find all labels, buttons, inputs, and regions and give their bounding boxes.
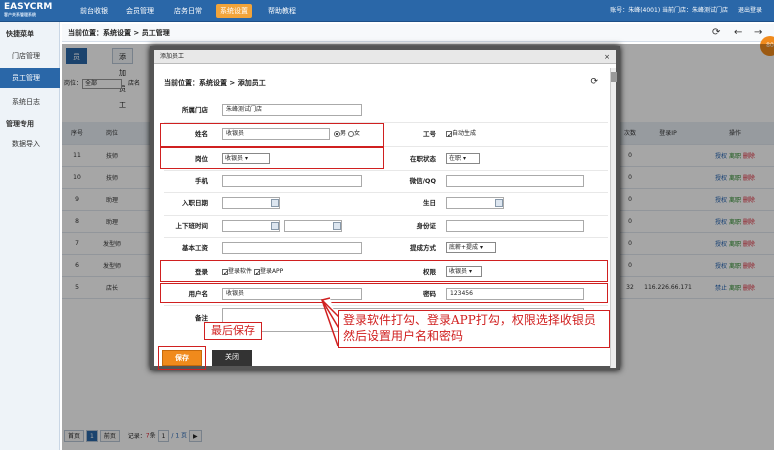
nav-help-tutorial[interactable]: 帮助教程 <box>264 4 300 18</box>
auto-generate-checkbox[interactable] <box>446 129 453 141</box>
scrollbar-thumb[interactable] <box>611 72 617 82</box>
logo-main-text: EASYCRM <box>4 2 53 12</box>
breadcrumb: 当前位置：系统设置 > 员工管理 <box>68 29 170 37</box>
dialog-close-icon[interactable]: × <box>604 50 610 64</box>
store-label: 所属门店 <box>182 106 208 114</box>
sidebar-item-system-log[interactable]: 系统日志 <box>0 92 60 112</box>
sidebar: 快捷菜单 门店管理 员工管理 系统日志 管理专用 数据导入 <box>0 22 60 450</box>
status-select-value: 在职 <box>449 155 462 162</box>
wechat-label: 微信/QQ <box>409 177 436 185</box>
back-arrow-icon[interactable]: ← <box>734 27 742 39</box>
chevron-down-icon: ▾ <box>479 244 483 251</box>
auto-generate-label: 自动生成 <box>452 130 477 137</box>
nav-system-settings[interactable]: 系统设置 <box>216 4 252 18</box>
birthday-label: 生日 <box>423 199 436 207</box>
dialog-scrollbar[interactable] <box>610 68 617 368</box>
annotation-save-note: 最后保存 <box>204 322 262 340</box>
phone-label: 手机 <box>195 177 208 185</box>
account-text: 账号：朱峰(4001) 当前门店：朱峰测试门店 <box>610 7 729 14</box>
nav-store-daily[interactable]: 店务日常 <box>170 4 206 18</box>
nav-member-management[interactable]: 会员管理 <box>122 4 158 18</box>
close-button[interactable]: 关闭 <box>212 350 252 366</box>
clock-icon[interactable] <box>271 222 279 230</box>
sidebar-heading-admin: 管理专用 <box>6 120 34 128</box>
logo-sub-text: 客户关系管理系统 <box>4 12 36 17</box>
entry-date-label: 入职日期 <box>182 199 208 207</box>
auto-generate-option: 自动生成 <box>446 128 477 141</box>
nav-front-cashier[interactable]: 前台收银 <box>76 4 112 18</box>
dialog-title: 添加员工 <box>160 53 185 60</box>
highlight-position-row <box>160 147 384 169</box>
logo: EASYCRM 客户关系管理系统 <box>4 3 62 19</box>
sidebar-item-data-import[interactable]: 数据导入 <box>0 134 60 154</box>
forward-arrow-icon[interactable]: → <box>754 27 762 39</box>
highlight-account-row <box>160 283 608 303</box>
salary-label: 基本工资 <box>182 244 208 252</box>
wechat-field[interactable] <box>446 175 584 187</box>
annotation-instructions: 登录软件打勾、登录APP打勾，权限选择收银员 然后设置用户名和密码 <box>338 310 610 348</box>
logout-link[interactable]: 退出登录 <box>738 7 762 14</box>
dialog-title-bar: 添加员工 × <box>154 50 616 64</box>
sidebar-heading-shortcuts: 快捷菜单 <box>6 30 34 38</box>
calendar-icon[interactable] <box>495 199 503 207</box>
account-info: 账号：朱峰(4001) 当前门店：朱峰测试门店 退出登录 <box>610 5 762 14</box>
dialog-breadcrumb: 当前位置：系统设置 > 添加员工 <box>164 79 266 87</box>
row-divider <box>164 215 608 216</box>
highlight-login-row <box>160 260 608 282</box>
annotation-line-1: 登录软件打勾、登录APP打勾，权限选择收银员 <box>343 313 596 327</box>
clock-icon[interactable] <box>333 222 341 230</box>
store-field[interactable]: 朱峰测试门店 <box>222 104 362 116</box>
dialog-refresh-icon[interactable]: ⟳ <box>590 77 598 87</box>
sidebar-item-store-management[interactable]: 门店管理 <box>0 46 60 66</box>
row-divider <box>164 192 608 193</box>
calendar-icon[interactable] <box>271 199 279 207</box>
annotation-line-2: 然后设置用户名和密码 <box>343 329 464 343</box>
status-label: 在职状态 <box>410 155 436 163</box>
id-card-field[interactable] <box>446 220 584 232</box>
note-label: 备注 <box>195 314 208 322</box>
commission-select[interactable]: 底薪+提成 ▾ <box>446 242 496 253</box>
row-divider <box>164 237 608 238</box>
row-divider <box>164 305 608 306</box>
top-bar: EASYCRM 客户关系管理系统 前台收银 会员管理 店务日常 系统设置 帮助教… <box>0 0 774 22</box>
job-no-label: 工号 <box>423 130 436 138</box>
refresh-icon[interactable]: ⟳ <box>712 27 720 39</box>
shift-time-label: 上下班时间 <box>175 222 209 230</box>
save-button[interactable]: 保存 <box>162 350 202 366</box>
breadcrumb-bar: 当前位置：系统设置 > 员工管理 ⟳ ← → <box>62 24 774 42</box>
row-divider <box>164 170 608 171</box>
commission-select-value: 底薪+提成 <box>449 244 479 251</box>
salary-field[interactable] <box>222 242 362 254</box>
commission-label: 提成方式 <box>410 244 436 252</box>
chevron-down-icon: ▾ <box>462 155 466 162</box>
sidebar-item-staff-management[interactable]: 员工管理 <box>0 68 60 88</box>
status-select[interactable]: 在职 ▾ <box>446 153 480 164</box>
id-card-label: 身份证 <box>416 222 437 230</box>
phone-field[interactable] <box>222 175 362 187</box>
highlight-name-row <box>160 123 384 147</box>
